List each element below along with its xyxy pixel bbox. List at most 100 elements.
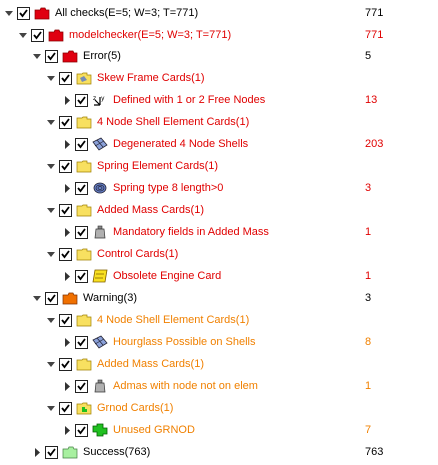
- tree-row-count: 771: [365, 7, 384, 19]
- tree-row-count: 13: [365, 94, 378, 106]
- tree-row-label: Hourglass Possible on Shells: [113, 336, 256, 348]
- tree-row-success[interactable]: Success(763) 763: [0, 441, 438, 463]
- tree-row-warning[interactable]: Warning(3) 3: [0, 287, 438, 309]
- spring-icon: [92, 181, 108, 195]
- tree-row-warning-added-mass-cards[interactable]: Added Mass Cards(1): [0, 353, 438, 375]
- tree-row-label: modelchecker(E=5; W=3; T=771): [69, 29, 232, 41]
- expand-toggle-icon[interactable]: [17, 29, 29, 41]
- expand-toggle-icon[interactable]: [61, 424, 73, 436]
- checkbox[interactable]: [75, 379, 88, 393]
- tree-row-label: Added Mass Cards(1): [97, 358, 204, 370]
- tree-row-spring-type-8[interactable]: Spring type 8 length>0 3: [0, 177, 438, 199]
- expand-toggle-icon[interactable]: [45, 160, 57, 172]
- tree-row-label: Success(763): [83, 446, 151, 458]
- checkbox[interactable]: [59, 357, 72, 371]
- expand-toggle-icon[interactable]: [3, 7, 15, 19]
- tree-row-hourglass-shells[interactable]: Hourglass Possible on Shells 8: [0, 331, 438, 353]
- checkbox[interactable]: [75, 335, 88, 349]
- tree-row-spring-element-cards[interactable]: Spring Element Cards(1): [0, 155, 438, 177]
- checkbox[interactable]: [59, 203, 72, 217]
- checkbox[interactable]: [59, 247, 72, 261]
- checkbox[interactable]: [17, 6, 30, 20]
- checkbox[interactable]: [75, 137, 88, 151]
- tree-row-warning-4-node-shell-cards[interactable]: 4 Node Shell Element Cards(1): [0, 309, 438, 331]
- tree-row-defined-free-nodes[interactable]: yz Defined with 1 or 2 Free Nodes 13: [0, 89, 438, 111]
- expand-toggle-icon[interactable]: [45, 358, 57, 370]
- tree-row-label: Spring type 8 length>0: [113, 182, 224, 194]
- checkbox[interactable]: [59, 71, 72, 85]
- expand-toggle-icon[interactable]: [45, 402, 57, 414]
- mass-weight-icon: [92, 225, 108, 239]
- expand-toggle-icon[interactable]: [61, 182, 73, 194]
- shell-mesh-icon: [92, 335, 108, 349]
- svg-text:y: y: [101, 95, 105, 102]
- open-folder-icon: [76, 203, 92, 217]
- tree-row-obsolete-engine-card[interactable]: Obsolete Engine Card 1: [0, 265, 438, 287]
- tree-row-count: 763: [365, 446, 384, 458]
- tree-row-label: Unused GRNOD: [113, 424, 195, 436]
- checkbox[interactable]: [59, 313, 72, 327]
- checkbox[interactable]: [59, 159, 72, 173]
- tree-row-label: 4 Node Shell Element Cards(1): [97, 116, 250, 128]
- expand-toggle-icon[interactable]: [45, 314, 57, 326]
- tree-row-skew-frame-cards[interactable]: Skew Frame Cards(1): [0, 67, 438, 89]
- open-folder-icon: [76, 115, 92, 129]
- tree-row-error[interactable]: Error(5) 5: [0, 45, 438, 67]
- open-folder-icon: [76, 357, 92, 371]
- tree-row-label: Added Mass Cards(1): [97, 204, 204, 216]
- tree-row-unused-grnod[interactable]: Unused GRNOD 7: [0, 419, 438, 441]
- tree-row-label: Control Cards(1): [97, 248, 179, 260]
- tree-row-grnod-cards[interactable]: Grnod Cards(1): [0, 397, 438, 419]
- open-folder-icon: [76, 159, 92, 173]
- tree-row-label: Defined with 1 or 2 Free Nodes: [113, 94, 266, 106]
- checkbox[interactable]: [75, 269, 88, 283]
- checkbox[interactable]: [59, 401, 72, 415]
- tree-row-label: Degenerated 4 Node Shells: [113, 138, 249, 150]
- tree-row-count: 1: [365, 270, 372, 282]
- tree-row-4-node-shell-cards[interactable]: 4 Node Shell Element Cards(1): [0, 111, 438, 133]
- tree-row-modelchecker[interactable]: modelchecker(E=5; W=3; T=771) 771: [0, 24, 438, 46]
- expand-toggle-icon[interactable]: [45, 204, 57, 216]
- tree-row-added-mass-cards[interactable]: Added Mass Cards(1): [0, 199, 438, 221]
- checkbox[interactable]: [75, 181, 88, 195]
- tree-row-degenerated-shells[interactable]: Degenerated 4 Node Shells 203: [0, 133, 438, 155]
- checkbox[interactable]: [45, 445, 58, 459]
- expand-toggle-icon[interactable]: [61, 138, 73, 150]
- tree-row-count: 8: [365, 336, 372, 348]
- tree-row-label: Admas with node not on elem: [113, 380, 258, 392]
- expand-toggle-icon[interactable]: [31, 50, 43, 62]
- expand-toggle-icon[interactable]: [31, 446, 43, 458]
- expand-toggle-icon[interactable]: [45, 248, 57, 260]
- tree-row-label: Mandatory fields in Added Mass: [113, 226, 269, 238]
- checkbox[interactable]: [75, 225, 88, 239]
- checkbox[interactable]: [75, 423, 88, 437]
- expand-toggle-icon[interactable]: [45, 116, 57, 128]
- checkbox[interactable]: [45, 291, 58, 305]
- open-folder-icon: [76, 71, 92, 85]
- checkbox[interactable]: [31, 28, 44, 42]
- tree-row-label: Error(5): [83, 50, 121, 62]
- expand-toggle-icon[interactable]: [61, 270, 73, 282]
- mass-weight-icon: [92, 379, 108, 393]
- tree-row-count: 1: [365, 226, 372, 238]
- expand-toggle-icon[interactable]: [31, 292, 43, 304]
- expand-toggle-icon[interactable]: [61, 380, 73, 392]
- svg-text:z: z: [93, 95, 96, 102]
- tree-row-label: 4 Node Shell Element Cards(1): [97, 314, 250, 326]
- tree-row-all-checks[interactable]: All checks(E=5; W=3; T=771) 771: [0, 2, 438, 24]
- expand-toggle-icon[interactable]: [45, 72, 57, 84]
- expand-toggle-icon[interactable]: [61, 336, 73, 348]
- checkbox[interactable]: [75, 93, 88, 107]
- node-group-icon: [92, 423, 108, 437]
- expand-toggle-icon[interactable]: [61, 226, 73, 238]
- skew-frame-icon: yz: [92, 93, 108, 107]
- tree-row-mandatory-fields[interactable]: Mandatory fields in Added Mass 1: [0, 221, 438, 243]
- folder-icon: [62, 445, 78, 459]
- folder-icon: [48, 28, 64, 42]
- expand-toggle-icon[interactable]: [61, 94, 73, 106]
- checkbox[interactable]: [59, 115, 72, 129]
- tree-row-admas-node[interactable]: Admas with node not on elem 1: [0, 375, 438, 397]
- engine-card-icon: [92, 269, 108, 283]
- tree-row-control-cards[interactable]: Control Cards(1): [0, 243, 438, 265]
- checkbox[interactable]: [45, 49, 58, 63]
